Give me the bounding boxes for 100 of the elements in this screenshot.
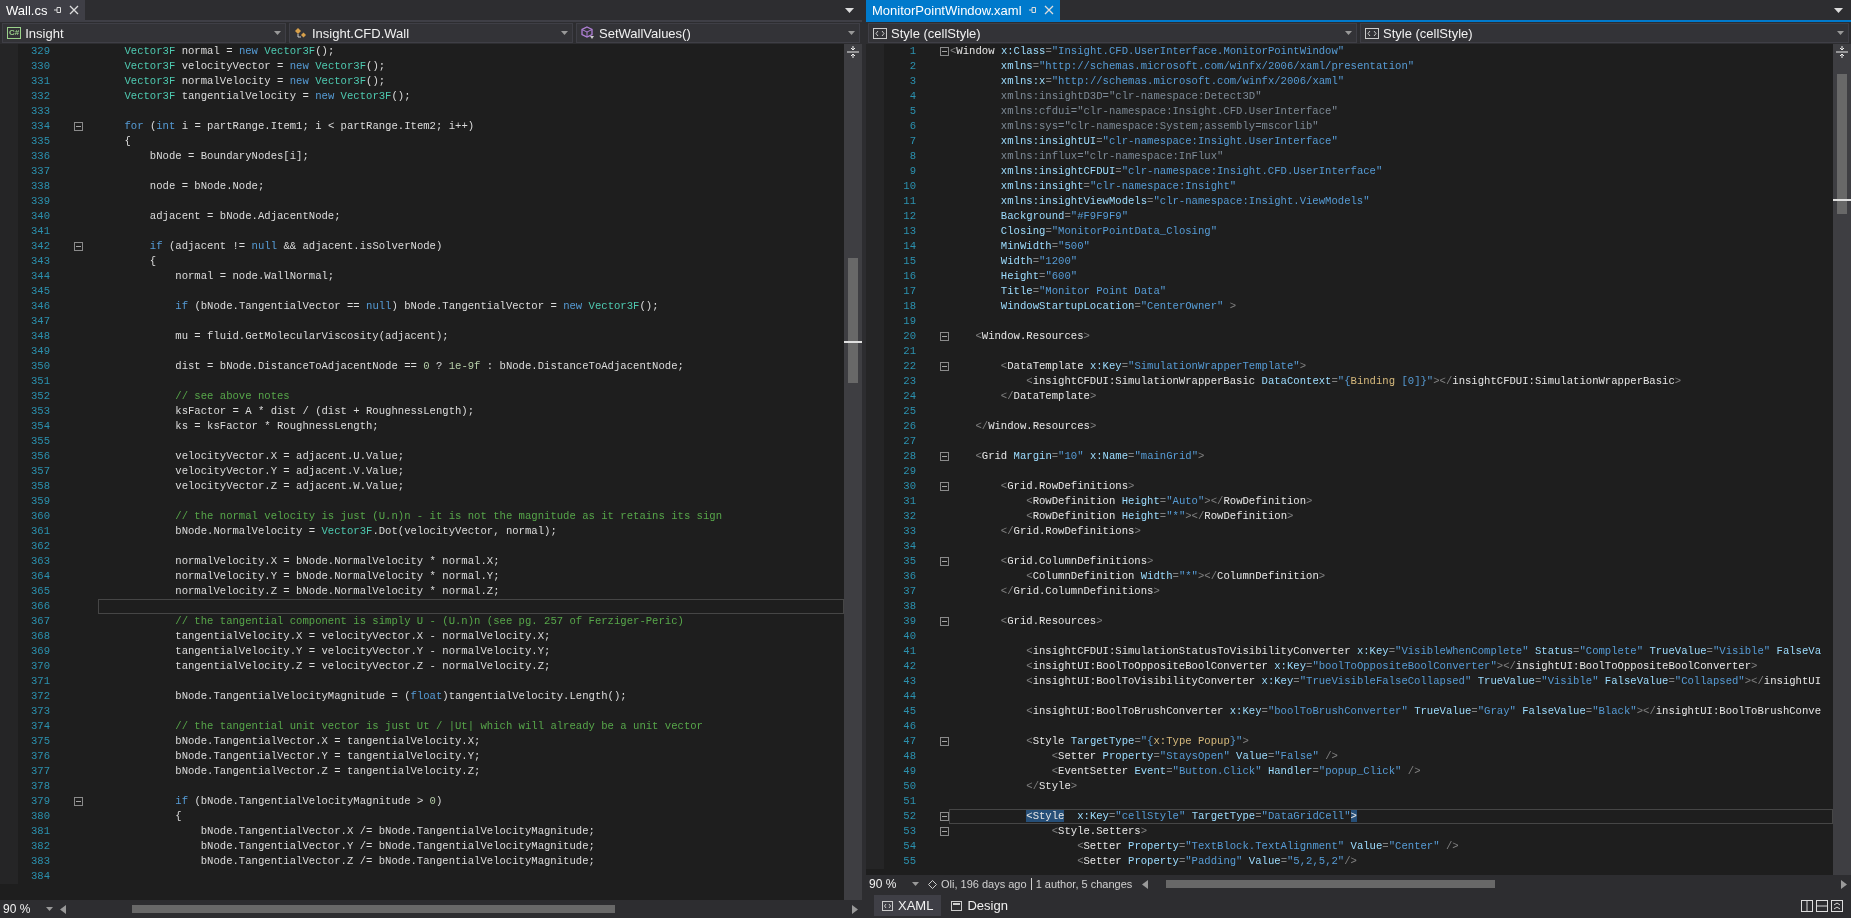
- line-number: 377: [0, 764, 52, 779]
- navigation-dropdown[interactable]: Style (cellStyle): [868, 23, 1357, 43]
- collapse-icon[interactable]: [940, 737, 949, 746]
- caret-icon: [1837, 31, 1844, 35]
- code-line: <Grid.Resources>: [999, 614, 1104, 629]
- collapse-icon[interactable]: [940, 47, 949, 56]
- code-line: Vector3F normal = new Vector3F();: [123, 44, 336, 59]
- line-number: 333: [0, 104, 52, 119]
- line-number: 376: [0, 749, 52, 764]
- line-number: 19: [866, 314, 918, 329]
- pin-icon[interactable]: [1027, 5, 1038, 15]
- code-line: <Setter Property="Padding" Value="5,2,5,2"/>: [1076, 854, 1358, 869]
- split-handle-icon[interactable]: [847, 44, 859, 60]
- collapse-icon[interactable]: [940, 452, 949, 461]
- code-line: <insightUI:BoolToVisibilityConverter x:Key="TrueVisibleFalseCollapsed" TrueValue="Visible" FalseValue="Collapsed"></insightUI: [1025, 674, 1823, 689]
- code-line: Width="1200": [999, 254, 1079, 269]
- caret-icon: [912, 882, 919, 886]
- line-number: 37: [866, 584, 918, 599]
- navigation-dropdown[interactable]: SetWallValues(): [576, 23, 860, 43]
- scrollbar-thumb[interactable]: [132, 905, 615, 913]
- horizontal-split-icon[interactable]: [1816, 899, 1828, 912]
- code-line: xmlns:insight="clr-namespace:Insight": [999, 179, 1238, 194]
- line-number: 30: [866, 479, 918, 494]
- codelens-author[interactable]: Oli, 196 days ago: [941, 878, 1027, 890]
- left-arrow-icon[interactable]: [1142, 879, 1149, 889]
- view-tab[interactable]: Design: [943, 895, 1016, 916]
- caret-position-marker: [1833, 199, 1851, 201]
- right-arrow-icon[interactable]: [852, 904, 858, 914]
- line-number: 343: [0, 254, 52, 269]
- line-number: 26: [866, 419, 918, 434]
- document-tab[interactable]: Wall.cs: [0, 0, 86, 20]
- collapse-icon[interactable]: [940, 617, 949, 626]
- code-line: Vector3F normalVelocity = new Vector3F();: [123, 74, 387, 89]
- code-line: Closing="MonitorPointData_Closing": [999, 224, 1219, 239]
- code-line: {: [148, 254, 158, 269]
- code-line: <Setter Property="TextBlock.TextAlignment" Value="Center" />: [1076, 839, 1460, 854]
- collapse-icon[interactable]: [940, 482, 949, 491]
- code-line: tangentialVelocity.X = velocityVector.X - normalVelocity.X;: [174, 629, 552, 644]
- scrollbar-thumb[interactable]: [1837, 74, 1847, 214]
- code-line: <Grid.RowDefinitions>: [999, 479, 1136, 494]
- collapse-icon[interactable]: [940, 332, 949, 341]
- code-line: <Setter Property="StaysOpen" Value="False" />: [1050, 749, 1339, 764]
- collapse-icon[interactable]: [940, 362, 949, 371]
- line-number: 344: [0, 269, 52, 284]
- line-number: 331: [0, 74, 52, 89]
- line-number: 336: [0, 149, 52, 164]
- code-line: Vector3F tangentialVelocity = new Vector3F();: [123, 89, 412, 104]
- line-number: 1: [866, 44, 918, 59]
- collapse-icon[interactable]: [74, 122, 83, 131]
- vertical-scrollbar[interactable]: [844, 44, 862, 900]
- line-number: 332: [0, 89, 52, 104]
- codelens-changes[interactable]: 1 author, 5 changes: [1035, 878, 1133, 890]
- code-line: bNode = BoundaryNodes[i];: [148, 149, 310, 164]
- close-icon[interactable]: [1043, 5, 1054, 15]
- vertical-scrollbar[interactable]: [1833, 44, 1851, 875]
- line-number: 13: [866, 224, 918, 239]
- line-number: 10: [866, 179, 918, 194]
- pin-icon[interactable]: [53, 5, 64, 15]
- line-number: 24: [866, 389, 918, 404]
- line-number: 358: [0, 479, 52, 494]
- code-line: MinWidth="500": [999, 239, 1091, 254]
- code-line: bNode.TangentialVelocityMagnitude = (float)tangentialVelocity.Length();: [174, 689, 628, 704]
- scrollbar-thumb[interactable]: [848, 258, 858, 383]
- line-number: 29: [866, 464, 918, 479]
- collapse-icon[interactable]: [940, 557, 949, 566]
- line-number: 52: [866, 809, 918, 824]
- collapse-pane-icon[interactable]: [1831, 899, 1843, 912]
- line-number: 347: [0, 314, 52, 329]
- class-icon: [294, 27, 308, 39]
- line-number: 342: [0, 239, 52, 254]
- code-line: <Style TargetType="{x:Type Popup}">: [1025, 734, 1250, 749]
- code-line: xmlns:cfdui="clr-namespace:Insight.CFD.UserInterface": [999, 104, 1339, 119]
- line-number: 355: [0, 434, 52, 449]
- collapse-icon[interactable]: [74, 797, 83, 806]
- line-number: 44: [866, 689, 918, 704]
- left-arrow-icon[interactable]: [60, 904, 66, 914]
- collapse-icon[interactable]: [940, 827, 949, 836]
- line-number: 369: [0, 644, 52, 659]
- document-tab[interactable]: MonitorPointWindow.xaml: [866, 0, 1060, 20]
- line-number: 348: [0, 329, 52, 344]
- split-handle-icon[interactable]: [1836, 44, 1848, 60]
- line-number: 341: [0, 224, 52, 239]
- right-arrow-icon[interactable]: [1841, 879, 1847, 889]
- view-tab[interactable]: XAML: [874, 895, 942, 916]
- navigation-dropdown[interactable]: C# Insight: [2, 23, 286, 43]
- code-line: normalVelocity.Z = bNode.NormalVelocity * normal.Z;: [174, 584, 501, 599]
- vertical-split-icon[interactable]: [1801, 899, 1813, 912]
- caret-icon: [561, 31, 568, 35]
- line-number: 345: [0, 284, 52, 299]
- line-number: 364: [0, 569, 52, 584]
- navigation-dropdown[interactable]: Style (cellStyle): [1360, 23, 1849, 43]
- line-number: 371: [0, 674, 52, 689]
- close-icon[interactable]: [69, 5, 80, 15]
- code-line: Title="Monitor Point Data": [999, 284, 1168, 299]
- code-line: <Window x:Class="Insight.CFD.UserInterface.MonitorPointWindow": [949, 44, 1346, 59]
- collapse-icon[interactable]: [940, 812, 949, 821]
- collapse-icon[interactable]: [74, 242, 83, 251]
- line-number: 372: [0, 689, 52, 704]
- navigation-dropdown[interactable]: Insight.CFD.Wall: [289, 23, 573, 43]
- scrollbar-thumb[interactable]: [1165, 880, 1495, 888]
